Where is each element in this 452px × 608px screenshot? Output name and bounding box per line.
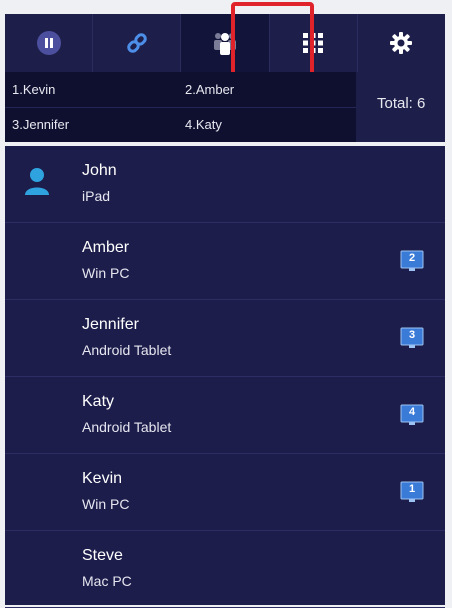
badge-number: 1: [408, 483, 416, 495]
display-badge[interactable]: 3: [400, 327, 424, 349]
gear-icon: [390, 32, 413, 54]
participant-name: Kevin: [82, 470, 123, 487]
assignment-summary: 1.Kevin 2.Amber 3.Jennifer 4.Katy Total:…: [5, 72, 445, 142]
assignment-2: 2.Amber: [185, 82, 235, 97]
participant-device: Mac PC: [82, 573, 132, 589]
pause-button[interactable]: [5, 14, 92, 72]
settings-button[interactable]: [356, 14, 445, 72]
participant-device: Win PC: [82, 265, 130, 281]
participant-name: Jennifer: [82, 316, 139, 333]
display-badge[interactable]: 1: [400, 481, 424, 503]
participant-name: Katy: [82, 393, 115, 410]
assignment-4: 4.Katy: [185, 117, 222, 132]
total-count: Total: 6: [377, 95, 426, 112]
participant-row[interactable]: John iPad: [5, 146, 445, 223]
app-window: 1.Kevin 2.Amber 3.Jennifer 4.Katy Total:…: [0, 0, 452, 608]
link-icon: [127, 33, 147, 53]
participant-row[interactable]: Kevin Win PC 1: [5, 454, 445, 531]
participant-row[interactable]: Steve Mac PC: [5, 531, 445, 608]
participant-device: Android Tablet: [82, 419, 172, 435]
participant-name: Amber: [82, 239, 130, 256]
assignment-divider: [5, 107, 356, 108]
display-badge[interactable]: 4: [400, 404, 424, 426]
badge-number: 4: [408, 406, 416, 418]
badge-number: 2: [408, 252, 416, 264]
link-button[interactable]: [92, 14, 180, 72]
participant-row[interactable]: Katy Android Tablet 4: [5, 377, 445, 454]
assignment-grid: 1.Kevin 2.Amber 3.Jennifer 4.Katy: [5, 72, 356, 142]
participant-name: John: [82, 162, 117, 179]
participant-device: Win PC: [82, 496, 130, 512]
person-icon: [25, 168, 49, 195]
assignment-3: 3.Jennifer: [12, 117, 70, 132]
participant-device: iPad: [82, 188, 111, 204]
participant-list: John iPad Amber Win PC 2 Jennifer Androi…: [5, 146, 445, 608]
assignment-1: 1.Kevin: [12, 82, 56, 97]
badge-number: 3: [408, 329, 416, 341]
toolbar: [5, 14, 445, 72]
pause-icon: [36, 31, 61, 55]
participant-device: Android Tablet: [82, 342, 172, 358]
participant-row[interactable]: Jennifer Android Tablet 3: [5, 300, 445, 377]
display-badge[interactable]: 2: [400, 250, 424, 272]
participant-row[interactable]: Amber Win PC 2: [5, 223, 445, 300]
participant-name: Steve: [82, 547, 123, 564]
